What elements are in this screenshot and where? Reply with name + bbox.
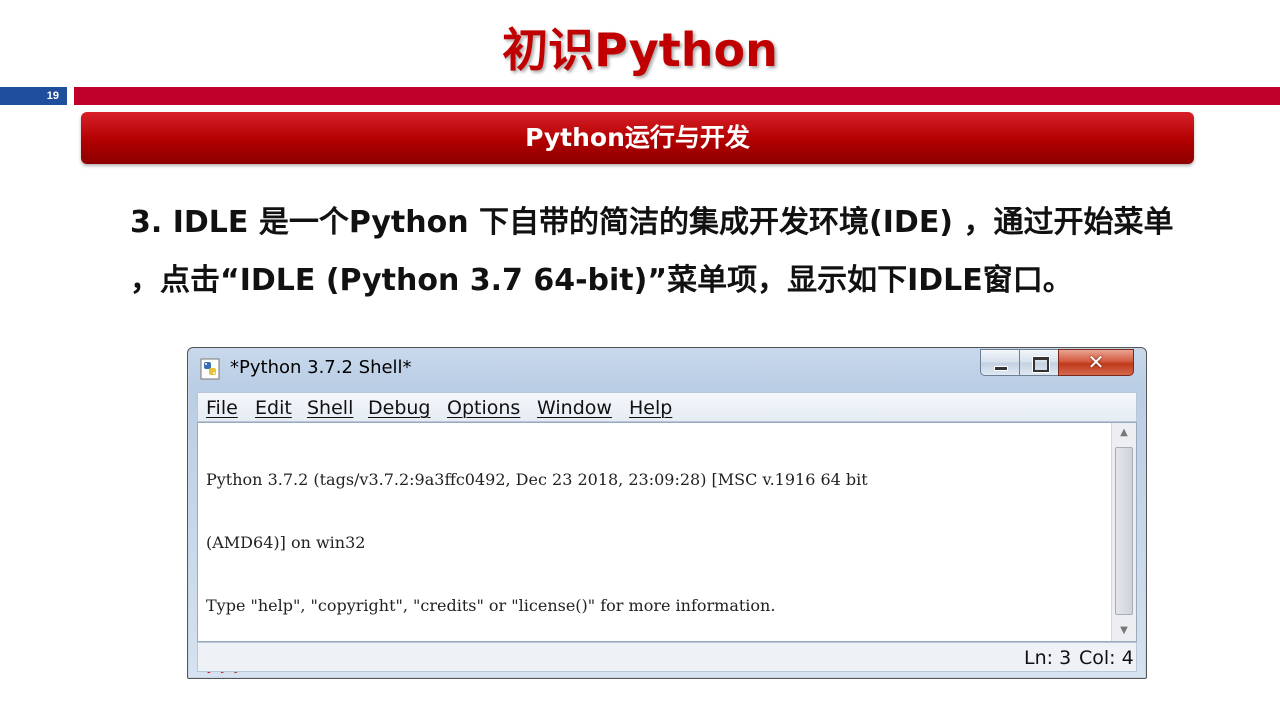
window-title: *Python 3.7.2 Shell* <box>230 357 412 378</box>
status-column: Col: 4 <box>1079 647 1134 669</box>
menu-edit[interactable]: Edit <box>255 397 292 419</box>
menu-help[interactable]: Help <box>629 397 672 419</box>
header-divider <box>74 87 1280 105</box>
window-titlebar[interactable]: *Python 3.7.2 Shell* ✕ <box>188 348 1146 388</box>
shell-output: Python 3.7.2 (tags/v3.7.2:9a3ffc0492, De… <box>206 427 1106 721</box>
idle-shell-window: *Python 3.7.2 Shell* ✕ File Edit Shell D… <box>187 347 1147 679</box>
shell-text-area[interactable]: Python 3.7.2 (tags/v3.7.2:9a3ffc0492, De… <box>197 422 1137 678</box>
section-banner: Python运行与开发 <box>81 112 1194 164</box>
minimize-icon <box>994 366 1008 371</box>
scrollbar-thumb[interactable] <box>1115 447 1133 615</box>
menu-bar: File Edit Shell Debug Options Window Hel… <box>197 392 1137 422</box>
shell-line: Type "help", "copyright", "credits" or "… <box>206 596 776 615</box>
vertical-scrollbar[interactable]: ▲ ▼ <box>1111 423 1136 641</box>
shell-line: Python 3.7.2 (tags/v3.7.2:9a3ffc0492, De… <box>206 470 868 489</box>
close-button[interactable]: ✕ <box>1058 349 1134 376</box>
maximize-button[interactable] <box>1019 349 1059 376</box>
status-bar: Ln: 3 Col: 4 <box>197 642 1137 672</box>
slide-description: 3. IDLE 是一个Python 下自带的简洁的集成开发环境(IDE) ，通过… <box>130 194 1220 310</box>
scroll-up-arrow-icon[interactable]: ▲ <box>1112 423 1136 443</box>
description-line-1: 3. IDLE 是一个Python 下自带的简洁的集成开发环境(IDE) ，通过… <box>130 205 1174 240</box>
section-title: Python运行与开发 <box>525 123 750 152</box>
menu-shell[interactable]: Shell <box>307 397 353 419</box>
menu-options[interactable]: Options <box>447 397 520 419</box>
minimize-button[interactable] <box>980 349 1020 376</box>
page-number: 19 <box>0 87 67 105</box>
status-line: Ln: 3 <box>1024 647 1072 669</box>
menu-debug[interactable]: Debug <box>368 397 430 419</box>
menu-file[interactable]: File <box>206 397 238 419</box>
maximize-icon <box>1033 357 1049 372</box>
scroll-down-arrow-icon[interactable]: ▼ <box>1112 621 1136 641</box>
close-icon: ✕ <box>1087 350 1105 374</box>
slide-title: 初识Python <box>502 23 778 77</box>
python-app-icon[interactable] <box>200 358 220 380</box>
menu-window[interactable]: Window <box>537 397 612 419</box>
shell-line: (AMD64)] on win32 <box>206 533 366 552</box>
description-line-2: ，点击“IDLE (Python 3.7 64-bit)”菜单项，显示如下IDL… <box>130 263 1073 298</box>
